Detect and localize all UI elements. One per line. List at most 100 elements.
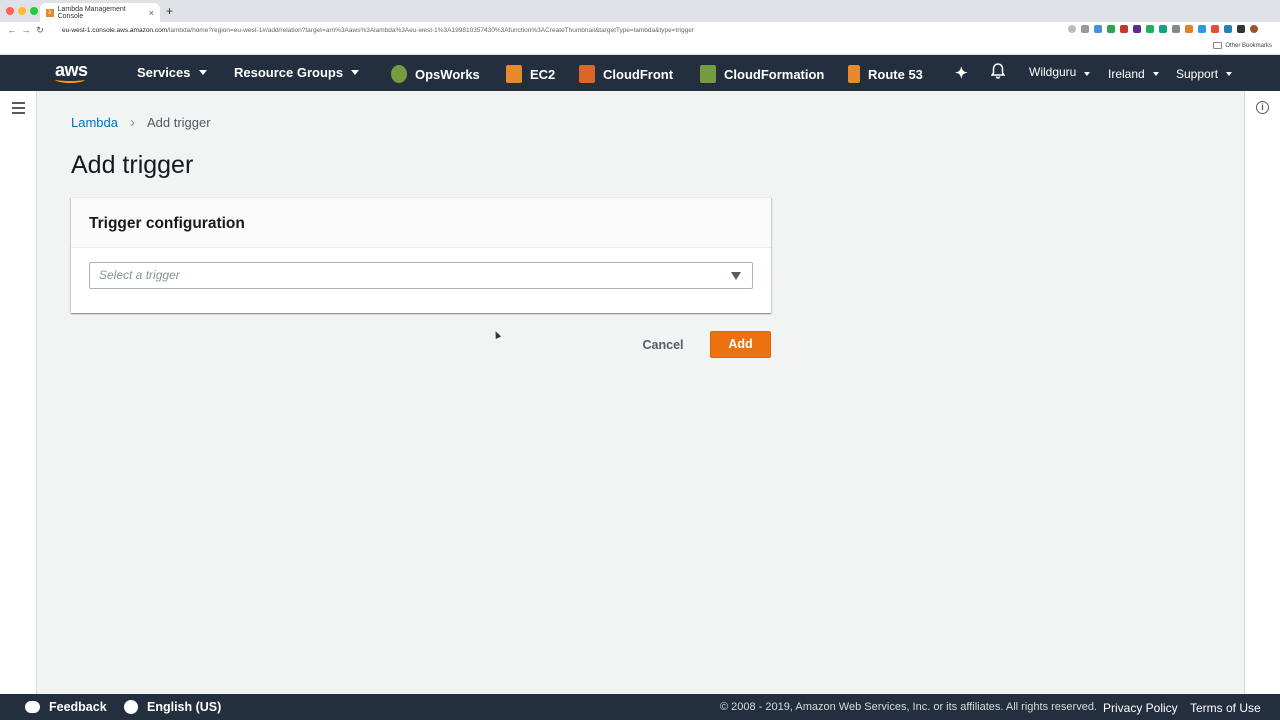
url-host: eu-west-1.console.aws.amazon.com: [62, 27, 168, 34]
extension-icon[interactable]: [1094, 25, 1102, 33]
breadcrumb-lambda-link[interactable]: Lambda: [71, 115, 118, 130]
account-label: Wildguru: [1029, 65, 1077, 79]
bookmark-star-icon[interactable]: [1081, 25, 1089, 33]
tab-close-icon[interactable]: ×: [149, 8, 154, 18]
extension-icon[interactable]: [1172, 25, 1180, 33]
reload-icon[interactable]: ↻: [33, 25, 47, 36]
mouse-cursor-icon: [492, 330, 502, 339]
route53-label: Route 53: [868, 66, 923, 82]
lambda-favicon-icon: λ: [46, 8, 54, 17]
browser-tab-strip: λ Lambda Management Console × +: [0, 0, 1280, 22]
ec2-shortcut[interactable]: EC2: [506, 65, 555, 83]
chevron-down-icon: [1152, 72, 1159, 76]
trigger-configuration-panel: Trigger configuration Select a trigger: [71, 197, 771, 313]
new-tab-button[interactable]: +: [166, 4, 173, 18]
minimize-window-button[interactable]: [18, 7, 26, 15]
services-label: Services: [137, 65, 191, 80]
cloudformation-shortcut[interactable]: CloudFormation: [700, 65, 824, 83]
browser-toolbar: ← → ↻ eu-west-1.console.aws.amazon.com/l…: [0, 22, 1280, 38]
breadcrumb: Lambda › Add trigger: [71, 114, 211, 131]
main-content: Lambda › Add trigger Add trigger Trigger…: [37, 91, 1244, 694]
route53-icon: [848, 65, 860, 83]
terms-of-use-link[interactable]: Terms of Use: [1190, 701, 1261, 715]
globe-icon: [124, 700, 138, 714]
breadcrumb-current: Add trigger: [146, 115, 211, 130]
account-menu[interactable]: Wildguru: [1029, 65, 1091, 79]
trigger-select-placeholder: Select a trigger: [99, 268, 180, 282]
extension-icon[interactable]: [1146, 25, 1154, 33]
aws-logo[interactable]: aws: [55, 61, 91, 87]
forward-icon[interactable]: →: [19, 25, 33, 35]
speech-bubble-icon: [25, 701, 40, 713]
ec2-label: EC2: [530, 66, 556, 82]
extension-icon[interactable]: [1133, 25, 1141, 33]
extension-icon[interactable]: [1107, 25, 1115, 33]
ec2-icon: [506, 65, 522, 83]
page-title: Add trigger: [71, 151, 194, 179]
tab-title: Lambda Management Console: [57, 5, 126, 20]
route53-shortcut[interactable]: Route 53: [848, 65, 923, 83]
cloudfront-icon: [579, 65, 595, 83]
privacy-policy-link[interactable]: Privacy Policy: [1103, 701, 1178, 715]
extension-icon[interactable]: [1185, 25, 1193, 33]
language-selector[interactable]: English (US): [124, 700, 221, 714]
cancel-button[interactable]: Cancel: [633, 332, 693, 358]
services-menu[interactable]: Services: [137, 65, 207, 80]
aws-logo-text: aws: [55, 60, 88, 80]
breadcrumb-separator-icon: ›: [129, 114, 135, 131]
maximize-window-button[interactable]: [30, 7, 38, 15]
pin-shortcuts-button[interactable]: ✦: [955, 64, 968, 82]
extension-icon[interactable]: [1211, 25, 1219, 33]
info-icon[interactable]: i: [1256, 101, 1269, 114]
support-menu[interactable]: Support: [1176, 67, 1233, 81]
region-menu[interactable]: Ireland: [1108, 67, 1159, 81]
region-label: Ireland: [1108, 67, 1145, 81]
url-path: /lambda/home?region=eu-west-1#/add/relat…: [167, 27, 694, 34]
address-bar[interactable]: eu-west-1.console.aws.amazon.com/lambda/…: [56, 24, 976, 37]
extension-icon[interactable]: [1198, 25, 1206, 33]
opsworks-label: OpsWorks: [415, 66, 480, 82]
add-button[interactable]: Add: [710, 331, 771, 358]
left-rail: [0, 91, 37, 694]
panel-title: Trigger configuration: [71, 198, 771, 248]
back-icon[interactable]: ←: [5, 25, 19, 35]
extension-icon[interactable]: [1237, 25, 1245, 33]
extension-icon[interactable]: [1159, 25, 1167, 33]
bookmarks-bar: Other Bookmarks: [0, 38, 1280, 55]
cloudformation-label: CloudFormation: [724, 66, 825, 82]
extension-icon[interactable]: [1224, 25, 1232, 33]
chevron-down-icon: [1084, 71, 1091, 76]
caret-down-icon: [731, 272, 741, 280]
cloudfront-shortcut[interactable]: CloudFront: [579, 65, 673, 83]
profile-avatar-icon[interactable]: [1250, 25, 1258, 33]
resource-groups-label: Resource Groups: [234, 65, 344, 80]
extension-icon[interactable]: [1120, 25, 1128, 33]
right-rail: i: [1244, 91, 1280, 694]
hamburger-menu-icon[interactable]: [12, 102, 25, 117]
opsworks-shortcut[interactable]: OpsWorks: [391, 65, 480, 83]
opsworks-icon: [391, 65, 407, 83]
zoom-icon[interactable]: [1068, 25, 1076, 33]
chevron-down-icon: [1226, 72, 1233, 76]
cloudfront-label: CloudFront: [603, 66, 674, 82]
chevron-down-icon: [351, 70, 360, 75]
trigger-select[interactable]: Select a trigger: [89, 262, 753, 289]
copyright-text: © 2008 - 2019, Amazon Web Services, Inc.…: [720, 701, 1097, 713]
bell-icon: [991, 63, 1005, 79]
aws-top-nav: aws Services Resource Groups OpsWorks EC…: [0, 55, 1280, 91]
pin-icon: ✦: [955, 65, 968, 82]
support-label: Support: [1176, 67, 1219, 81]
other-bookmarks-label: Other Bookmarks: [1225, 42, 1272, 49]
extension-icons: [1068, 25, 1258, 33]
other-bookmarks[interactable]: Other Bookmarks: [1213, 42, 1272, 49]
feedback-label: Feedback: [49, 700, 107, 714]
folder-icon: [1213, 42, 1223, 49]
chevron-down-icon: [198, 70, 207, 75]
cloudformation-icon: [700, 65, 716, 83]
notifications-button[interactable]: [991, 63, 1005, 79]
resource-groups-menu[interactable]: Resource Groups: [234, 65, 360, 80]
browser-tab[interactable]: λ Lambda Management Console ×: [40, 3, 160, 22]
close-window-button[interactable]: [6, 7, 14, 15]
feedback-button[interactable]: Feedback: [25, 700, 107, 714]
language-label: English (US): [147, 700, 222, 714]
